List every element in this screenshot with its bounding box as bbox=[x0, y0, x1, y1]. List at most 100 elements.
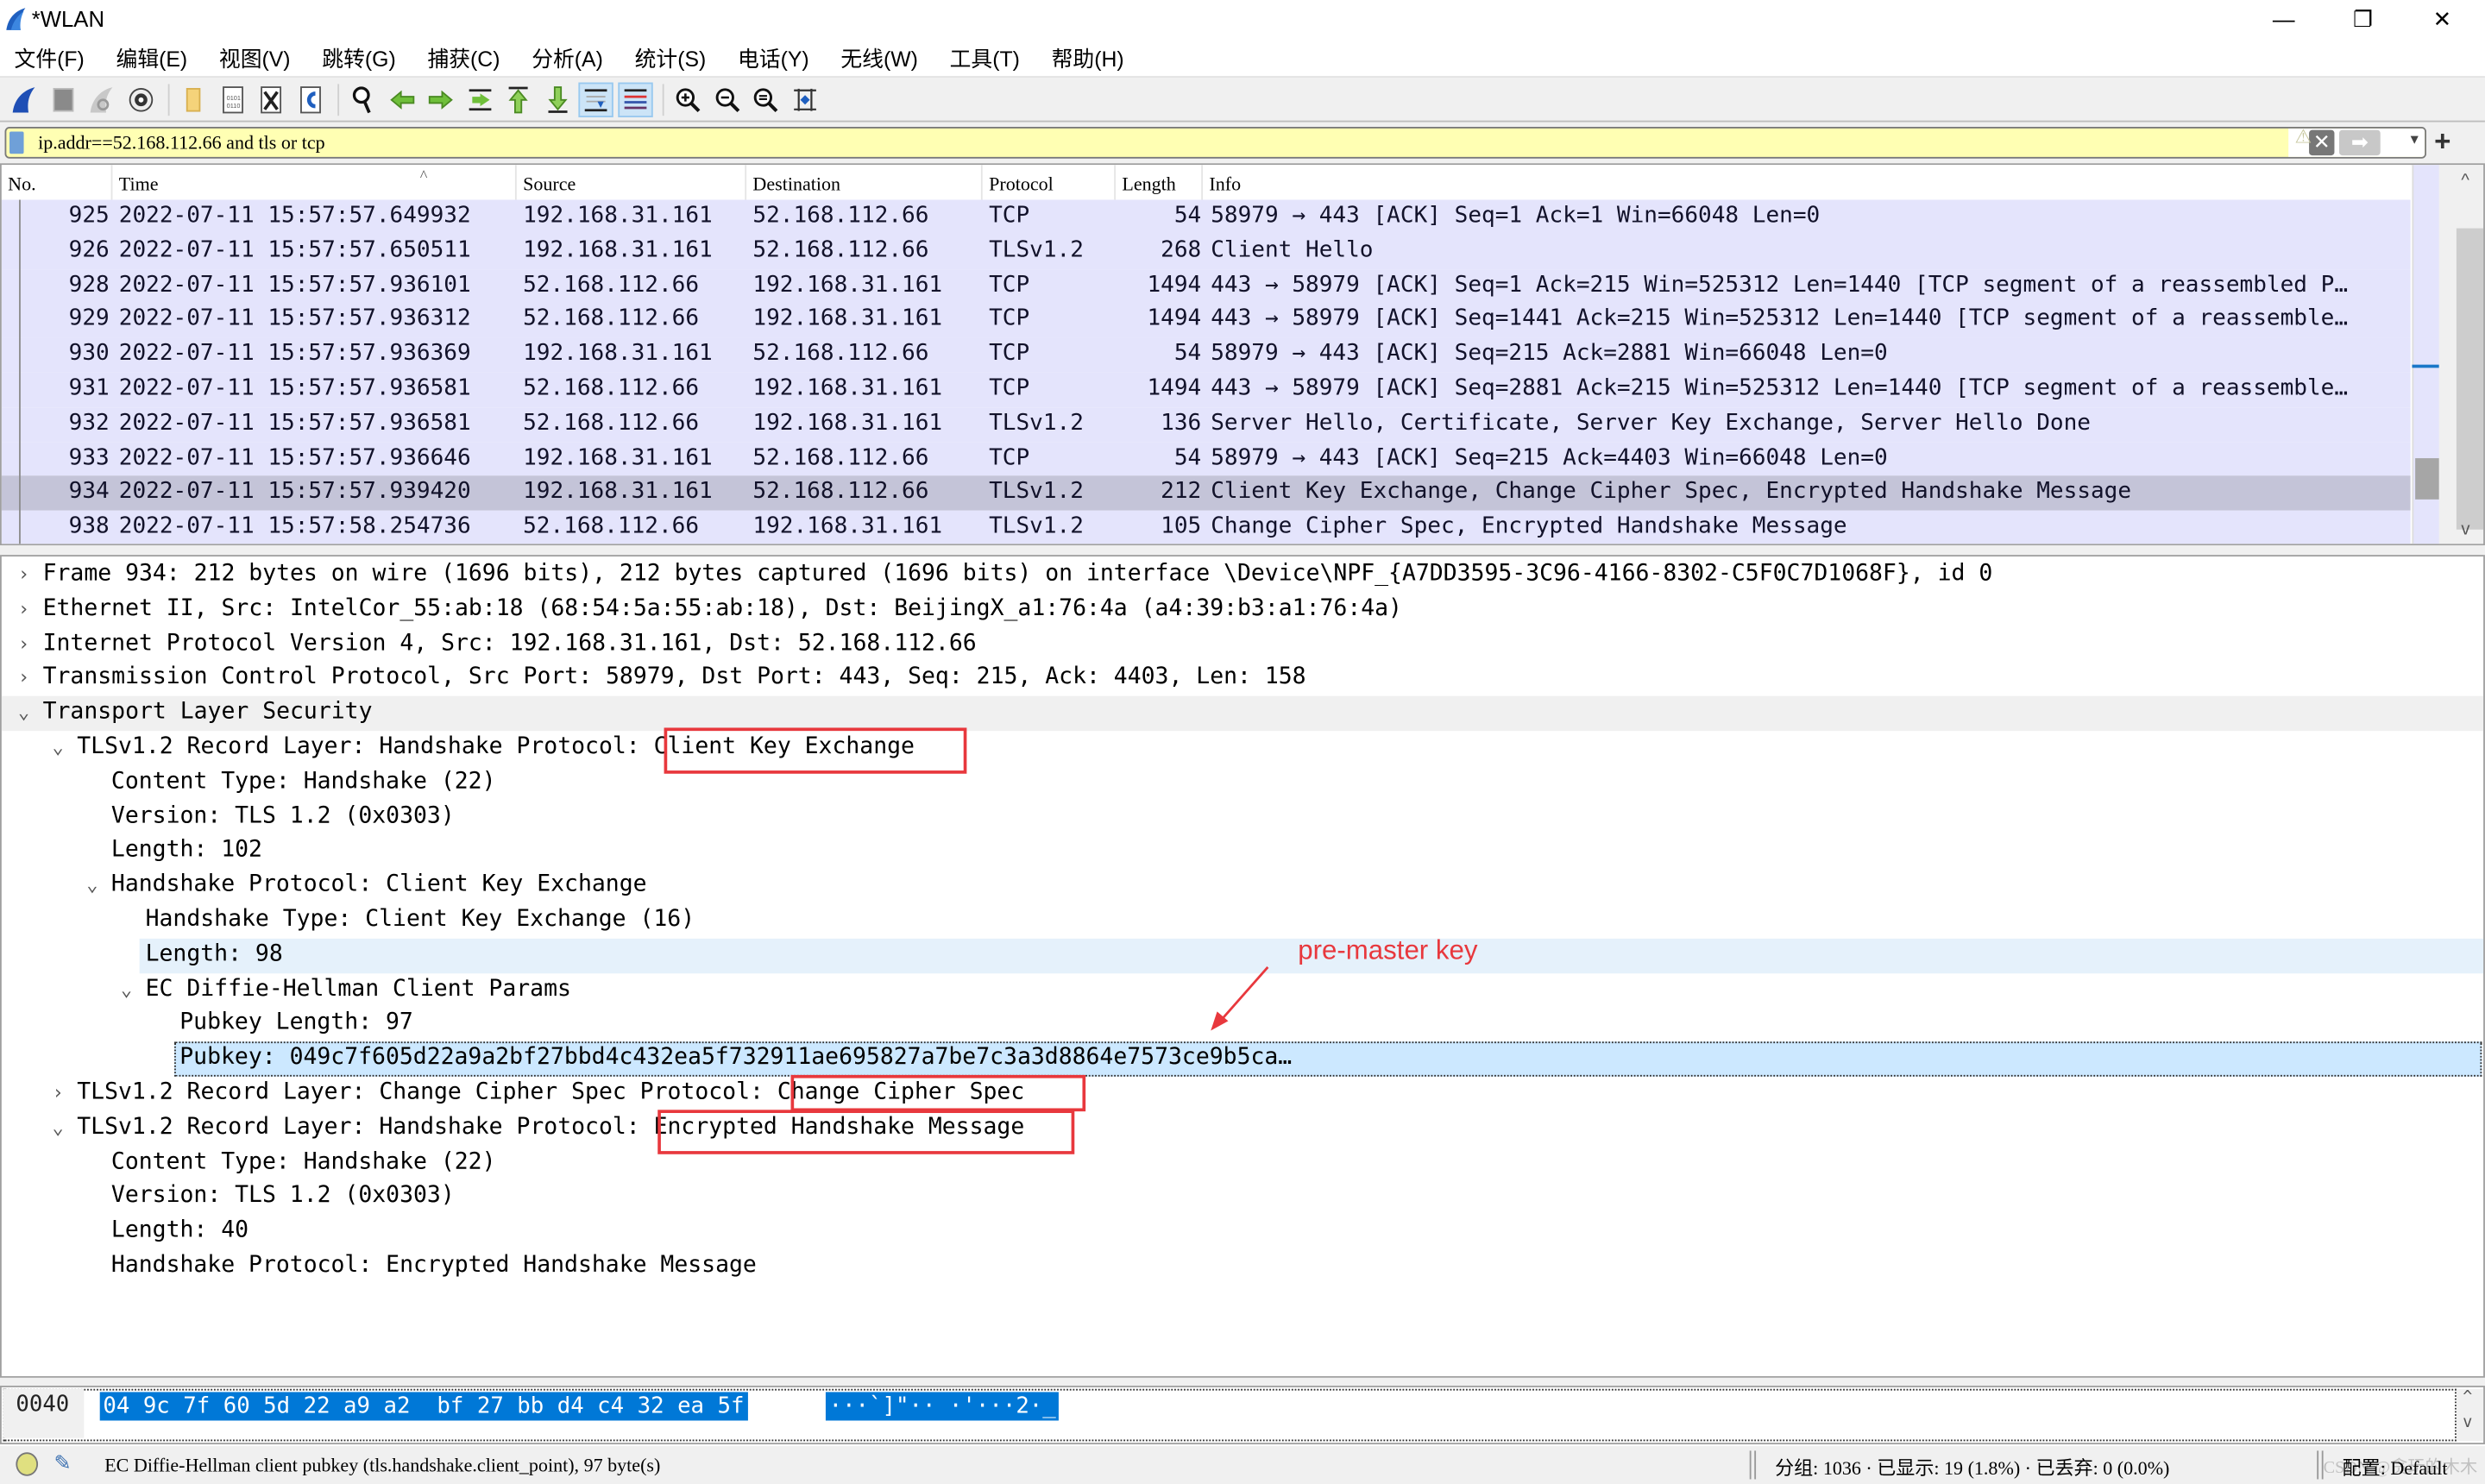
column-header-source[interactable]: Source bbox=[517, 165, 747, 200]
menu-statistics[interactable]: 统计(S) bbox=[620, 41, 720, 73]
packet-row[interactable]: 929 2022-07-11 15:57:57.936312 52.168.112.… bbox=[1, 303, 2411, 338]
menu-analyze[interactable]: 分析(A) bbox=[518, 41, 618, 73]
detail-tree-item[interactable]: Content Type: Handshake (22) bbox=[2, 765, 2483, 800]
menu-edit[interactable]: 编辑(E) bbox=[102, 41, 202, 73]
scroll-down-icon[interactable]: v bbox=[2463, 1414, 2472, 1431]
menu-view[interactable]: 视图(V) bbox=[204, 41, 305, 73]
expand-arrow-icon[interactable]: › bbox=[48, 1077, 67, 1111]
zoom-in-button[interactable] bbox=[670, 82, 705, 116]
close-button[interactable]: ✕ bbox=[2406, 0, 2478, 38]
collapse-arrow-icon[interactable]: ⌄ bbox=[117, 973, 136, 1008]
resize-columns-button[interactable] bbox=[787, 82, 821, 116]
column-header-length[interactable]: Length bbox=[1116, 165, 1204, 200]
packet-list-scrollbar-thumb[interactable] bbox=[2456, 228, 2484, 530]
close-file-button[interactable] bbox=[254, 82, 288, 116]
filter-history-dropdown-icon[interactable]: ▾ bbox=[2411, 132, 2419, 149]
menu-telephony[interactable]: 电话(Y) bbox=[723, 41, 823, 73]
column-header-time[interactable]: Time ^ bbox=[112, 165, 517, 200]
menu-help[interactable]: 帮助(H) bbox=[1037, 41, 1138, 73]
detail-tree-item[interactable]: Handshake Type: Client Key Exchange (16) bbox=[2, 903, 2483, 938]
column-header-destination[interactable]: Destination bbox=[746, 165, 983, 200]
save-file-button[interactable]: 0101 0110 bbox=[215, 82, 249, 116]
zoom-normal-button[interactable] bbox=[748, 82, 783, 116]
apply-filter-icon[interactable]: ➡ bbox=[2338, 129, 2381, 156]
detail-tree-item[interactable]: Pubkey: 049c7f605d22a9a2bf27bbd4c432ea5f… bbox=[2, 1041, 2483, 1077]
menu-capture[interactable]: 捕获(C) bbox=[413, 41, 514, 73]
detail-tree-item[interactable]: Length: 102 bbox=[2, 834, 2483, 869]
go-first-packet-button[interactable] bbox=[500, 82, 535, 116]
reload-file-button[interactable] bbox=[293, 82, 327, 116]
detail-tree-item[interactable]: Version: TLS 1.2 (0x0303) bbox=[2, 1180, 2483, 1215]
bytes-hex-selected[interactable]: 04 9c 7f 60 5d 22 a9 a2 bf 27 bb d4 c4 3… bbox=[99, 1392, 748, 1421]
detail-tree-item[interactable]: Handshake Protocol: Encrypted Handshake … bbox=[2, 1249, 2483, 1284]
menu-file[interactable]: 文件(F) bbox=[0, 41, 98, 73]
detail-tree-item-text: Length: 98 bbox=[145, 941, 283, 967]
column-header-protocol[interactable]: Protocol bbox=[983, 165, 1117, 200]
detail-tree-item[interactable]: › TLSv1.2 Record Layer: Change Cipher Spe… bbox=[2, 1077, 2483, 1111]
expand-arrow-icon[interactable]: › bbox=[15, 662, 34, 696]
column-header-no[interactable]: No. bbox=[2, 165, 113, 200]
main-toolbar: 0101 0110 bbox=[0, 76, 2485, 121]
expert-info-led-icon[interactable] bbox=[16, 1452, 39, 1476]
collapse-arrow-icon[interactable]: ⌄ bbox=[15, 696, 34, 731]
detail-tree-item[interactable]: › Transmission Control Protocol, Src Port… bbox=[2, 662, 2483, 696]
menu-tools[interactable]: 工具(T) bbox=[935, 41, 1034, 73]
add-filter-button-icon[interactable]: + bbox=[2434, 125, 2450, 157]
go-back-button[interactable] bbox=[384, 82, 418, 116]
start-capture-button[interactable] bbox=[6, 82, 41, 116]
go-to-packet-button[interactable] bbox=[462, 82, 496, 116]
detail-tree-item[interactable]: ⌄ Transport Layer Security bbox=[1, 696, 2484, 732]
expand-arrow-icon[interactable]: › bbox=[15, 627, 34, 662]
detail-tree-item[interactable]: › Frame 934: 212 bytes on wire (1696 bits… bbox=[2, 558, 2483, 593]
status-profile[interactable]: 配置: Default bbox=[2343, 1454, 2448, 1481]
restart-capture-button[interactable] bbox=[84, 82, 118, 116]
collapse-arrow-icon[interactable]: ⌄ bbox=[48, 731, 67, 765]
detail-tree-item[interactable]: › Ethernet II, Src: IntelCor_55:ab:18 (68… bbox=[2, 593, 2483, 627]
go-forward-button[interactable] bbox=[423, 82, 457, 116]
detail-tree-item[interactable]: Length: 40 bbox=[2, 1215, 2483, 1249]
capture-comment-edit-icon[interactable]: ✎ bbox=[53, 1450, 71, 1475]
packet-row[interactable]: 930 2022-07-11 15:57:57.936369 192.168.31.… bbox=[1, 337, 2411, 373]
packet-row[interactable]: 925 2022-07-11 15:57:57.649932 192.168.31.… bbox=[1, 199, 2411, 235]
packet-row-selected[interactable]: 934 2022-07-11 15:57:57.939420 192.168.31.… bbox=[1, 475, 2411, 512]
collapse-arrow-icon[interactable]: ⌄ bbox=[48, 1111, 67, 1146]
capture-options-button[interactable] bbox=[123, 82, 157, 116]
find-packet-button[interactable] bbox=[345, 82, 380, 116]
clear-filter-icon[interactable]: ✕ bbox=[2309, 129, 2335, 156]
display-filter-input[interactable] bbox=[38, 129, 2257, 156]
detail-tree-item[interactable]: › Internet Protocol Version 4, Src: 192.1… bbox=[2, 627, 2483, 662]
packet-row[interactable]: 932 2022-07-11 15:57:57.936581 52.168.112.… bbox=[1, 406, 2411, 442]
filter-bookmark-icon[interactable] bbox=[9, 131, 24, 154]
scroll-up-icon[interactable]: ^ bbox=[2463, 1389, 2472, 1406]
colorize-button[interactable] bbox=[617, 81, 652, 117]
packet-row[interactable]: 931 2022-07-11 15:57:57.936581 52.168.112.… bbox=[1, 372, 2411, 407]
go-last-packet-button[interactable] bbox=[539, 82, 574, 116]
packet-row[interactable]: 928 2022-07-11 15:57:57.936101 52.168.112.… bbox=[1, 268, 2411, 304]
menu-go[interactable]: 跳转(G) bbox=[308, 41, 410, 73]
open-file-button[interactable] bbox=[176, 82, 211, 116]
detail-tree-item[interactable]: ⌄ TLSv1.2 Record Layer: Handshake Protoco… bbox=[2, 1111, 2483, 1146]
detail-tree-item[interactable]: ⌄ Handshake Protocol: Client Key Exchange bbox=[2, 869, 2483, 903]
menu-wireless[interactable]: 无线(W) bbox=[827, 41, 933, 73]
minimize-button[interactable]: — bbox=[2247, 0, 2319, 38]
collapse-arrow-icon[interactable]: ⌄ bbox=[83, 869, 102, 903]
packet-row[interactable]: 938 2022-07-11 15:57:58.254736 52.168.112.… bbox=[1, 511, 2411, 544]
display-filter-bar: ✕ ➡ ▾ ⚠ + bbox=[0, 120, 2485, 164]
expand-arrow-icon[interactable]: › bbox=[15, 593, 34, 627]
expand-arrow-icon[interactable]: › bbox=[15, 558, 34, 593]
packet-row[interactable]: 933 2022-07-11 15:57:57.936646 192.168.31.… bbox=[1, 441, 2411, 476]
zoom-out-button[interactable] bbox=[709, 82, 744, 116]
auto-scroll-button[interactable] bbox=[578, 81, 613, 117]
pane-splitter[interactable] bbox=[0, 545, 2485, 556]
restore-button[interactable]: ❐ bbox=[2326, 0, 2399, 38]
detail-tree-item[interactable]: Version: TLS 1.2 (0x0303) bbox=[2, 800, 2483, 834]
bytes-ascii-selected[interactable]: ···`]"·· ·'···2·_ bbox=[825, 1392, 1060, 1421]
detail-tree-item[interactable]: ⌄ TLSv1.2 Record Layer: Handshake Protoco… bbox=[2, 731, 2483, 765]
scroll-down-icon[interactable]: v bbox=[2461, 520, 2469, 539]
pane-splitter[interactable] bbox=[0, 1377, 2485, 1387]
packet-row[interactable]: 926 2022-07-11 15:57:57.650511 192.168.31.… bbox=[1, 234, 2411, 269]
detail-tree-item[interactable]: Content Type: Handshake (22) bbox=[2, 1146, 2483, 1180]
stop-capture-button[interactable] bbox=[45, 82, 79, 116]
column-header-info[interactable]: Info bbox=[1203, 165, 2411, 199]
scroll-up-icon[interactable]: ^ bbox=[2461, 171, 2469, 190]
